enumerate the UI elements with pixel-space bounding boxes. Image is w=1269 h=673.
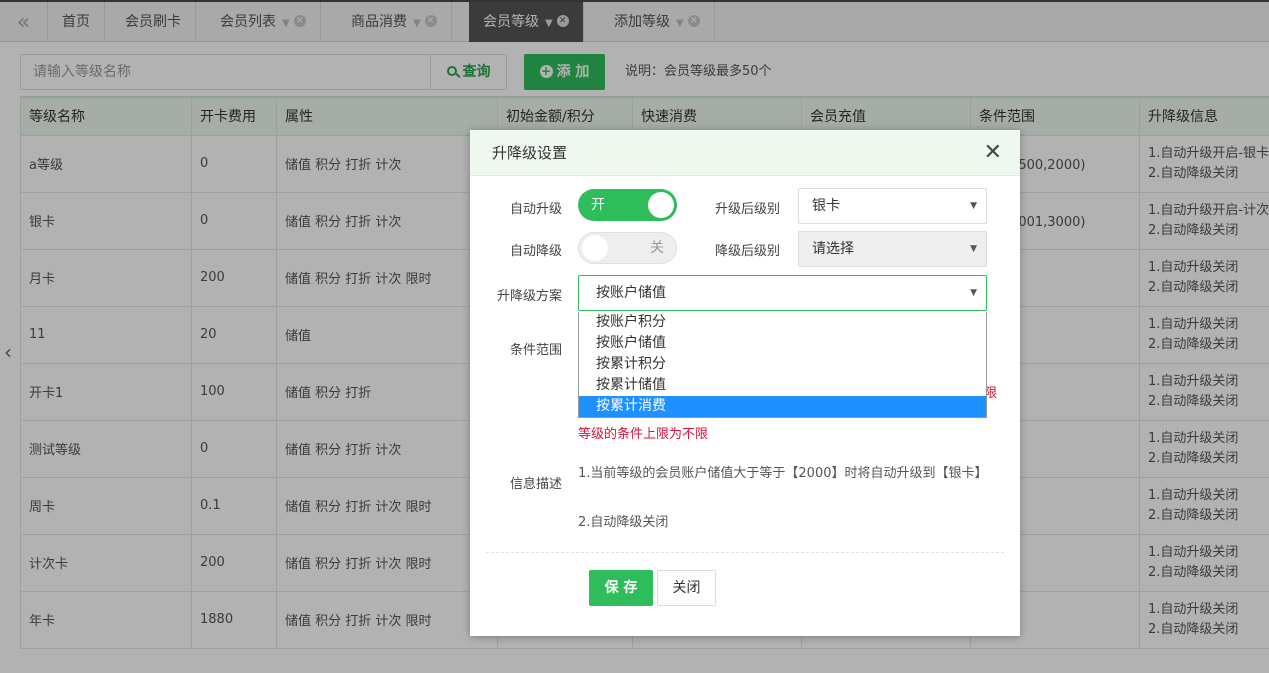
plan-option[interactable]: 按账户积分 (579, 312, 986, 333)
downgrade-level-select[interactable]: 请选择 ▼ (798, 231, 987, 267)
upgrade-settings-dialog: 升降级设置 ✕ 自动升级 开 升级后级别 银卡 ▼ 自动降级 关 降级后级别 请… (470, 130, 1020, 636)
toggle-on-text: 开 (591, 197, 605, 213)
toggle-off-text: 关 (650, 240, 664, 256)
caret-down-icon: ▼ (970, 201, 977, 211)
plan-select[interactable]: 按账户储值 ▼ (578, 275, 987, 311)
range-label: 条件范围 (509, 343, 562, 358)
plan-option[interactable]: 按累计储值 (579, 375, 986, 396)
desc-line-2: 2.自动降级关闭 (578, 515, 669, 530)
close-button[interactable]: 关闭 (657, 570, 716, 606)
dialog-header: 升降级设置 ✕ (470, 130, 1020, 176)
range-warning-note: 等级的条件上限为不限 (578, 427, 709, 442)
desc-line-1: 1.当前等级的会员账户储值大于等于【2000】时将自动升级到【银卡】 (578, 466, 988, 481)
upgrade-level-select[interactable]: 银卡 ▼ (798, 188, 987, 224)
close-icon[interactable]: ✕ (984, 130, 1002, 176)
save-button[interactable]: 保 存 (589, 570, 653, 606)
downgrade-level-label: 降级后级别 (714, 244, 780, 259)
auto-upgrade-label: 自动升级 (509, 202, 562, 217)
dialog-divider (486, 552, 1004, 553)
plan-option[interactable]: 按账户储值 (579, 333, 986, 354)
caret-down-icon: ▼ (970, 244, 977, 254)
plan-option[interactable]: 按累计消费 (579, 396, 986, 417)
dialog-title: 升降级设置 (492, 144, 568, 162)
upgrade-level-label: 升级后级别 (714, 202, 780, 217)
plan-label: 升降级方案 (496, 289, 562, 304)
plan-option[interactable]: 按累计积分 (579, 354, 986, 375)
toggle-knob (582, 235, 608, 261)
caret-down-icon: ▼ (970, 288, 977, 298)
auto-downgrade-label: 自动降级 (509, 244, 562, 259)
auto-upgrade-toggle[interactable]: 开 (578, 189, 677, 221)
plan-dropdown-list: 按账户积分 按账户储值 按累计积分 按累计储值 按累计消费 (578, 312, 987, 418)
auto-downgrade-toggle[interactable]: 关 (578, 232, 677, 264)
toggle-knob (648, 192, 674, 218)
desc-label: 信息描述 (509, 477, 562, 492)
